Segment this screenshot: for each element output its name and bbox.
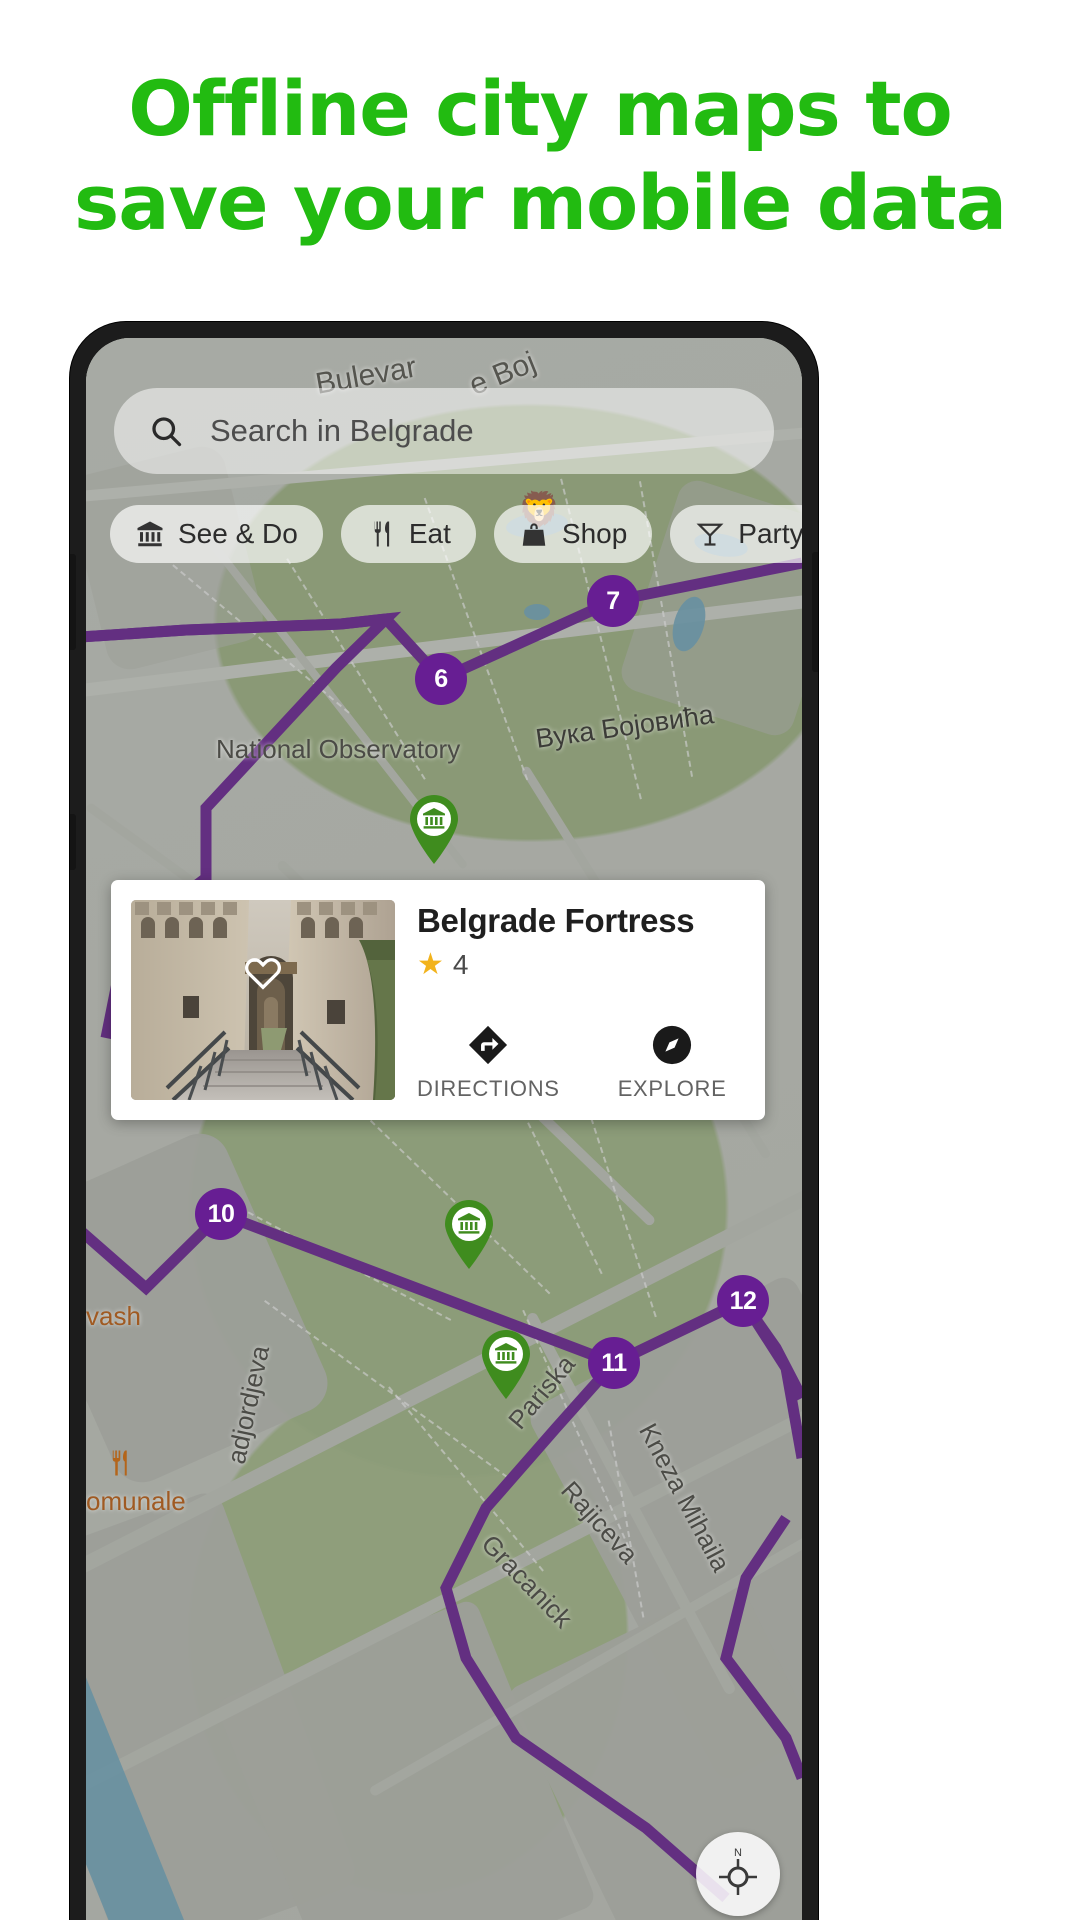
compass-needle-icon: N — [719, 1847, 757, 1895]
poi-rating: ★ 4 — [417, 949, 765, 981]
phone-mockup: Bulevar e Boj National Observatory Вука Бој… — [70, 322, 818, 1920]
poi-photo[interactable] — [131, 900, 395, 1100]
phone-volume-button — [70, 554, 76, 650]
cocktail-icon — [695, 519, 725, 549]
restaurant-icon — [366, 519, 396, 549]
svg-text:N: N — [734, 1847, 742, 1859]
directions-label: DIRECTIONS — [417, 1076, 560, 1101]
map-label: vash — [86, 1301, 141, 1331]
belgrade-fortress-photo — [131, 900, 395, 1100]
chip-label: See & Do — [178, 518, 298, 549]
phone-secondary-button — [70, 814, 76, 870]
search-placeholder: Search in Belgrade — [210, 413, 474, 448]
museum-pin-icon[interactable] — [441, 1198, 497, 1270]
favorite-heart-icon[interactable] — [242, 954, 284, 999]
museum-pin-icon[interactable] — [478, 1328, 534, 1400]
phone-screen: Bulevar e Boj National Observatory Вука Бој… — [86, 338, 802, 1920]
map-canvas[interactable]: Bulevar e Boj National Observatory Вука Бој… — [86, 338, 802, 1920]
chip-party[interactable]: Party — [670, 505, 802, 563]
chip-label: Eat — [408, 518, 451, 549]
phone-power-button — [812, 552, 818, 672]
directions-button[interactable]: DIRECTIONS — [417, 1023, 560, 1102]
star-icon: ★ — [417, 948, 444, 981]
poi-title: Belgrade Fortress — [417, 902, 695, 939]
chip-label: Party — [738, 518, 802, 549]
chip-shop[interactable]: Shop — [493, 505, 653, 563]
chip-label: Shop — [561, 518, 628, 549]
explore-label: EXPLORE — [617, 1076, 727, 1101]
headline-line-2: save your mobile data — [73, 158, 1007, 247]
route-marker-7[interactable]: 7 — [587, 575, 639, 627]
map-scrim — [86, 338, 802, 1920]
poi-card-body: Belgrade Fortress ★ 4 DIRECTIONS EXPLORE — [395, 880, 765, 1120]
map-label: National Observatory — [216, 734, 461, 764]
search-icon — [152, 417, 182, 447]
restaurant-poi-icon[interactable] — [104, 1446, 134, 1485]
chip-eat[interactable]: Eat — [340, 505, 476, 563]
directions-icon — [469, 1025, 508, 1065]
page-title: Offline city maps to save your mobile da… — [0, 62, 1080, 250]
museum-icon — [135, 519, 165, 549]
museum-pin-icon[interactable] — [406, 793, 462, 865]
category-chips[interactable]: See & DoEatShopPartySleep — [86, 502, 802, 566]
search-input[interactable]: Search in Belgrade — [114, 388, 774, 474]
compass-icon — [653, 1025, 692, 1065]
explore-button[interactable]: EXPLORE — [618, 1023, 727, 1102]
route-marker-12[interactable]: 12 — [717, 1275, 769, 1327]
route-marker-10[interactable]: 10 — [195, 1188, 247, 1240]
map-compass-button[interactable]: N — [696, 1832, 780, 1916]
map-label: omunale — [86, 1486, 186, 1516]
poi-actions: DIRECTIONS EXPLORE — [417, 1023, 727, 1102]
headline-line-1: Offline city maps to — [128, 64, 953, 153]
chip-see-do[interactable]: See & Do — [110, 505, 323, 563]
route-marker-6[interactable]: 6 — [415, 653, 467, 705]
route-marker-11[interactable]: 11 — [588, 1337, 640, 1389]
shopping-bag-icon — [519, 519, 549, 549]
poi-card[interactable]: Belgrade Fortress ★ 4 DIRECTIONS EXPLORE — [111, 880, 765, 1120]
poi-rating-value: 4 — [452, 949, 469, 980]
